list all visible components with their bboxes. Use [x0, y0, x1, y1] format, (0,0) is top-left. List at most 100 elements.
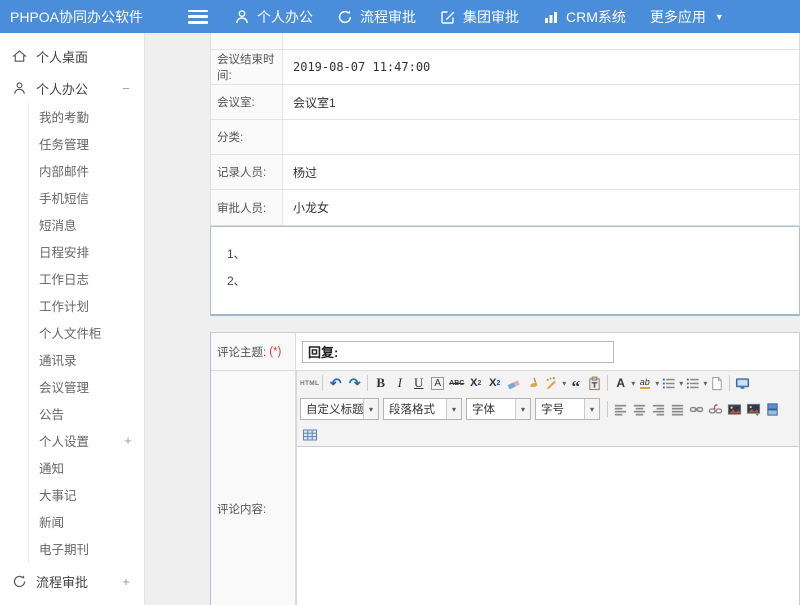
heading-select[interactable]: 自定义标题 ▾ — [300, 398, 379, 420]
align-right-icon[interactable] — [649, 399, 668, 419]
field-label: 审批人员: — [211, 190, 283, 225]
unlink-icon[interactable] — [706, 399, 725, 419]
italic-button[interactable]: I — [390, 373, 409, 393]
hamburger-menu-icon[interactable] — [188, 10, 208, 24]
insert-image-icon[interactable] — [725, 399, 744, 419]
nav-crm-system[interactable]: CRM系统 — [543, 7, 626, 27]
collapse-icon[interactable]: − — [120, 81, 132, 96]
font-color-button[interactable]: A — [611, 373, 630, 393]
main-content: 会议结束时间: 2019-08-07 11:47:00 会议室: 会议室1 分类… — [210, 33, 800, 605]
sidebar-item-desktop[interactable]: 个人桌面 — [0, 41, 144, 71]
nav-label: 更多应用 — [650, 7, 706, 27]
meeting-detail-table: 会议结束时间: 2019-08-07 11:47:00 会议室: 会议室1 分类… — [210, 33, 800, 226]
sidebar-item-work-log[interactable]: 工作日志 — [29, 265, 144, 292]
ordered-list-icon[interactable] — [659, 373, 678, 393]
media-icon[interactable] — [763, 399, 782, 419]
field-value: 会议室1 — [283, 85, 799, 119]
sidebar-section-personal-office[interactable]: 个人办公 − — [0, 73, 144, 103]
editor-toolbar-row3 — [297, 423, 799, 447]
comment-subject-row: 评论主题: (*) — [211, 333, 799, 371]
redo-button[interactable]: ↷ — [345, 373, 364, 393]
table-row-approver: 审批人员: 小龙女 — [211, 190, 799, 225]
sidebar-item-attendance[interactable]: 我的考勤 — [29, 103, 144, 130]
expand-icon[interactable]: + — [122, 433, 134, 448]
sidebar-item-meetings[interactable]: 会议管理 — [29, 373, 144, 400]
forecolor-box-button[interactable]: A — [428, 373, 447, 393]
align-left-icon[interactable] — [611, 399, 630, 419]
field-value: 2019-08-07 11:47:00 — [283, 50, 799, 84]
html-source-button[interactable]: HTML — [300, 373, 319, 393]
insert-table-icon[interactable] — [300, 425, 319, 445]
sidebar-section-workflow[interactable]: 流程审批 + — [0, 566, 144, 596]
undo-button[interactable]: ↶ — [326, 373, 345, 393]
nav-group-approval[interactable]: 集团审批 — [440, 7, 519, 27]
nav-label: CRM系统 — [566, 7, 626, 27]
person-icon — [234, 9, 250, 25]
sidebar-item-file-cabinet[interactable]: 个人文件柜 — [29, 319, 144, 346]
sidebar-section-label: 流程审批 — [36, 572, 111, 591]
align-center-icon[interactable] — [630, 399, 649, 419]
clear-format-broom-icon[interactable] — [523, 373, 542, 393]
field-label: 评论主题: — [217, 344, 266, 360]
link-icon[interactable] — [687, 399, 706, 419]
sidebar: 个人桌面 个人办公 − 我的考勤 任务管理 内部邮件 手机短信 短消息 日程安排… — [0, 33, 145, 605]
app-title: PHPOA协同办公软件 — [0, 7, 188, 27]
editor-content-area[interactable] — [297, 447, 799, 605]
sidebar-item-internal-mail[interactable]: 内部邮件 — [29, 157, 144, 184]
underline-button[interactable]: U — [409, 373, 428, 393]
table-row-end-time: 会议结束时间: 2019-08-07 11:47:00 — [211, 50, 799, 85]
sidebar-item-contacts[interactable]: 通讯录 — [29, 346, 144, 373]
edit-approve-icon — [440, 9, 456, 25]
nav-more-apps[interactable]: 更多应用 ▼ — [650, 7, 724, 27]
required-mark: (*) — [269, 346, 281, 358]
content-line: 2、 — [227, 272, 799, 289]
expand-icon[interactable]: + — [120, 574, 132, 589]
editor-toolbar-row2: 自定义标题 ▾ 段落格式 ▾ 字体 ▾ 字号 ▾ — [297, 395, 799, 423]
meeting-content-box: 1、 2、 — [210, 226, 800, 316]
sidebar-item-e-journal[interactable]: 电子期刊 — [29, 535, 144, 562]
sidebar-item-announcements[interactable]: 公告 — [29, 400, 144, 427]
sidebar-item-tasks[interactable]: 任务管理 — [29, 130, 144, 157]
table-row — [211, 33, 799, 50]
sidebar-item-sms[interactable]: 手机短信 — [29, 184, 144, 211]
comment-subject-input[interactable] — [302, 341, 614, 363]
nav-personal-office[interactable]: 个人办公 — [234, 7, 313, 27]
field-label: 会议结束时间: — [211, 50, 283, 84]
sidebar-item-short-message[interactable]: 短消息 — [29, 211, 144, 238]
net-image-icon[interactable] — [744, 399, 763, 419]
person-icon — [12, 81, 27, 96]
new-page-icon[interactable] — [707, 373, 726, 393]
sidebar-section-label: 个人办公 — [36, 79, 111, 98]
superscript-button[interactable]: X2 — [466, 373, 485, 393]
highlight-color-button[interactable]: ab — [635, 373, 654, 393]
unordered-list-icon[interactable] — [683, 373, 702, 393]
field-value: 小龙女 — [283, 190, 799, 225]
nav-label: 流程审批 — [360, 7, 416, 27]
caret-down-icon: ▾ — [363, 399, 378, 419]
sidebar-item-notifications[interactable]: 通知 — [29, 454, 144, 481]
blockquote-button[interactable]: “ — [566, 373, 585, 393]
sidebar-item-schedule[interactable]: 日程安排 — [29, 238, 144, 265]
eraser-icon[interactable] — [504, 373, 523, 393]
subscript-button[interactable]: X2 — [485, 373, 504, 393]
sidebar-item-milestones[interactable]: 大事记 — [29, 481, 144, 508]
paint-format-icon[interactable] — [542, 373, 561, 393]
font-family-select[interactable]: 字体 ▾ — [466, 398, 531, 420]
font-size-select[interactable]: 字号 ▾ — [535, 398, 600, 420]
sidebar-item-personal-settings[interactable]: 个人设置+ — [29, 427, 144, 454]
caret-down-icon: ▾ — [446, 399, 461, 419]
workflow-icon — [12, 574, 27, 589]
strikethrough-button[interactable]: ABC — [447, 373, 466, 393]
nav-workflow-approval[interactable]: 流程审批 — [337, 7, 416, 27]
paragraph-format-select[interactable]: 段落格式 ▾ — [383, 398, 462, 420]
topbar: PHPOA协同办公软件 个人办公 流程审批 集团审批 CRM系统 — [0, 0, 800, 33]
sidebar-item-news[interactable]: 新闻 — [29, 508, 144, 535]
bold-button[interactable]: B — [371, 373, 390, 393]
align-justify-icon[interactable] — [668, 399, 687, 419]
bar-chart-icon — [543, 9, 559, 25]
paste-as-text-icon[interactable] — [585, 373, 604, 393]
sidebar-item-work-plan[interactable]: 工作计划 — [29, 292, 144, 319]
fullscreen-icon[interactable] — [733, 373, 752, 393]
comment-content-row: 评论内容: HTML ↶ ↷ B I U A ABC X2 X2 — [211, 371, 799, 605]
field-label: 会议室: — [211, 85, 283, 119]
